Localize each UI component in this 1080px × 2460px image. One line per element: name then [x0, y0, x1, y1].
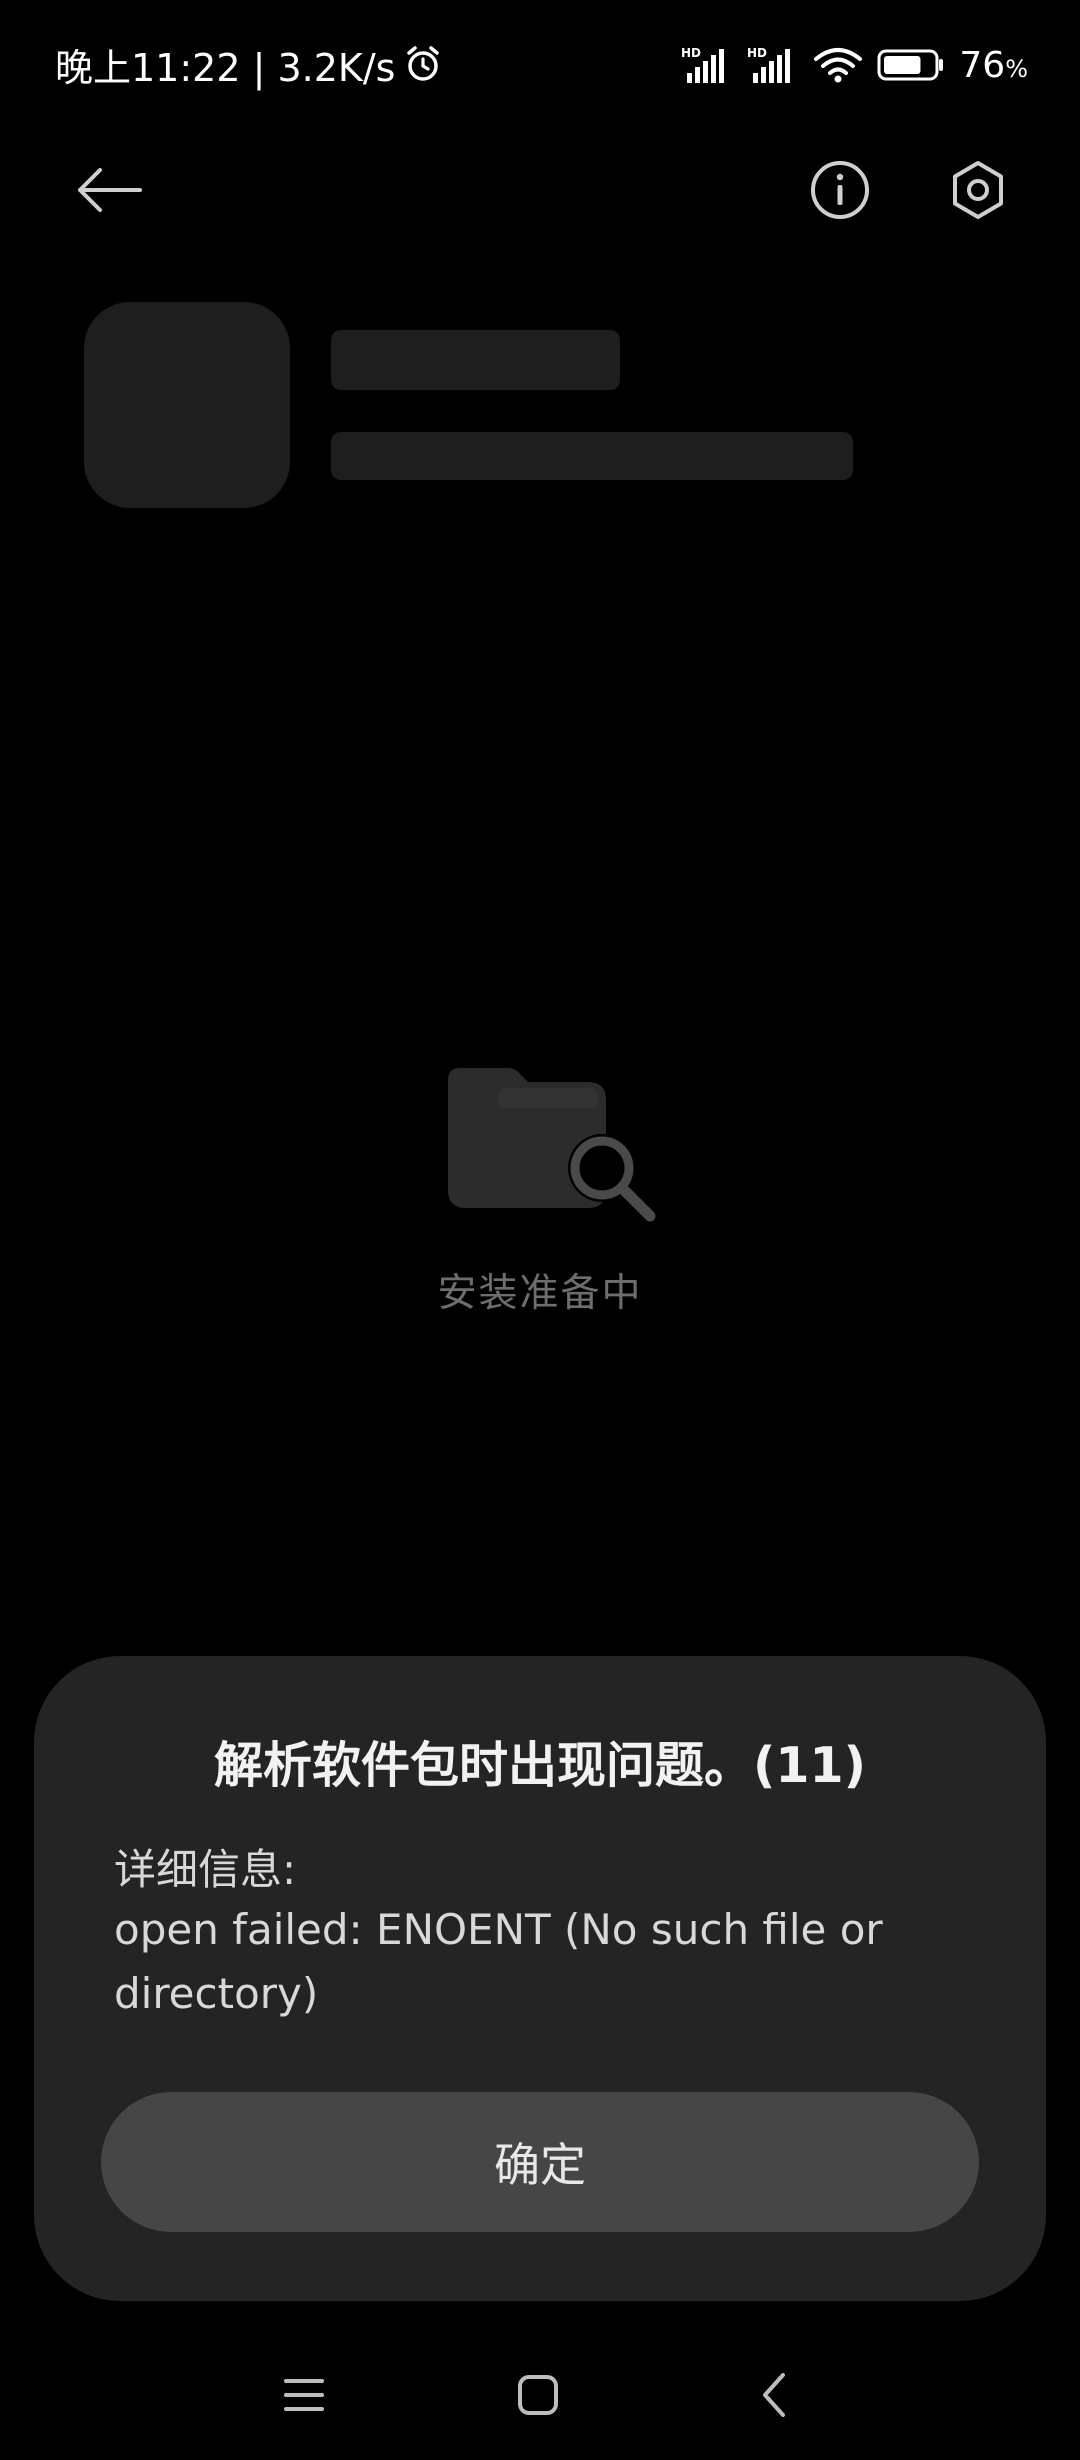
ok-button[interactable]: 确定: [101, 2092, 979, 2232]
settings-icon: [953, 161, 1003, 219]
info-button[interactable]: [800, 150, 880, 230]
cellular-signal-icon-2: HD: [747, 46, 791, 83]
status-left: 晚上11:22 | 3.2K/s: [55, 38, 443, 90]
folder-search-icon: [448, 1068, 656, 1222]
navigation-bar: [0, 2340, 1080, 2450]
dialog-detail-message: open failed: ENOENT (No such file or dir…: [114, 1905, 883, 2018]
home-icon: [518, 2375, 558, 2415]
back-chevron-icon: [763, 2373, 785, 2417]
menu-icon: [284, 2379, 324, 2411]
dialog-title: 解析软件包时出现问题。(11): [214, 1737, 866, 1794]
status-time: 晚上11:22 | 3.2K/s: [55, 45, 396, 90]
preparing-install-text: 安装准备中: [437, 1271, 643, 1316]
error-dialog: 解析软件包时出现问题。(11) 详细信息: open failed: ENOEN…: [34, 1656, 1046, 2301]
app-name-placeholder: [331, 330, 620, 390]
nav-menu-button[interactable]: [264, 2355, 344, 2435]
status-bar: 晚上11:22 | 3.2K/s HD HD 76%: [0, 0, 1080, 130]
app-details-placeholder: [331, 432, 853, 480]
back-arrow-icon: [78, 168, 142, 212]
dialog-detail-label: 详细信息:: [114, 1845, 297, 1894]
svg-text:HD: HD: [747, 46, 767, 60]
battery-percent: 76%: [959, 44, 1028, 86]
toolbar: [0, 140, 1080, 240]
alarm-icon: [407, 46, 440, 81]
settings-button[interactable]: [938, 150, 1018, 230]
status-right: HD HD 76%: [681, 40, 1028, 90]
info-icon: [811, 161, 869, 219]
app-icon-placeholder: [84, 302, 290, 508]
svg-text:HD: HD: [681, 46, 701, 60]
cellular-signal-icon: HD: [681, 46, 725, 83]
nav-home-button[interactable]: [498, 2355, 578, 2435]
battery-icon: [877, 49, 944, 81]
back-button[interactable]: [70, 150, 150, 230]
wifi-icon: [814, 48, 863, 83]
nav-back-button[interactable]: [734, 2355, 814, 2435]
